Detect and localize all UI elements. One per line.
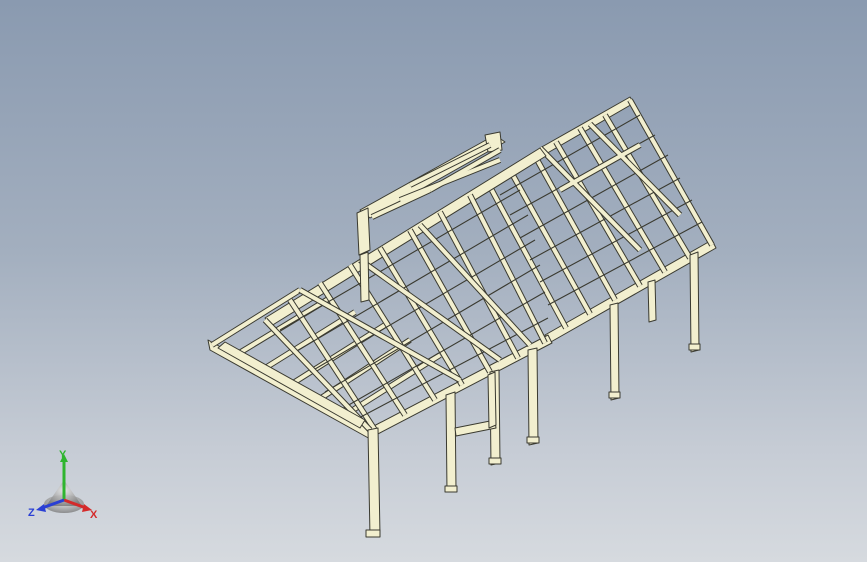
main-front-roof <box>207 147 553 441</box>
x-axis-label: X <box>90 509 98 521</box>
orientation-triad[interactable]: Y X Z <box>22 446 106 530</box>
y-axis-label: Y <box>59 449 67 461</box>
right-gable-roof <box>485 96 717 344</box>
z-axis-label: Z <box>28 507 35 519</box>
graphics-viewport[interactable]: .m { stroke: #3a3a30; stroke-width: 1; f… <box>0 0 867 562</box>
3d-model-frame-structure[interactable]: .m { stroke: #3a3a30; stroke-width: 1; f… <box>0 0 867 562</box>
